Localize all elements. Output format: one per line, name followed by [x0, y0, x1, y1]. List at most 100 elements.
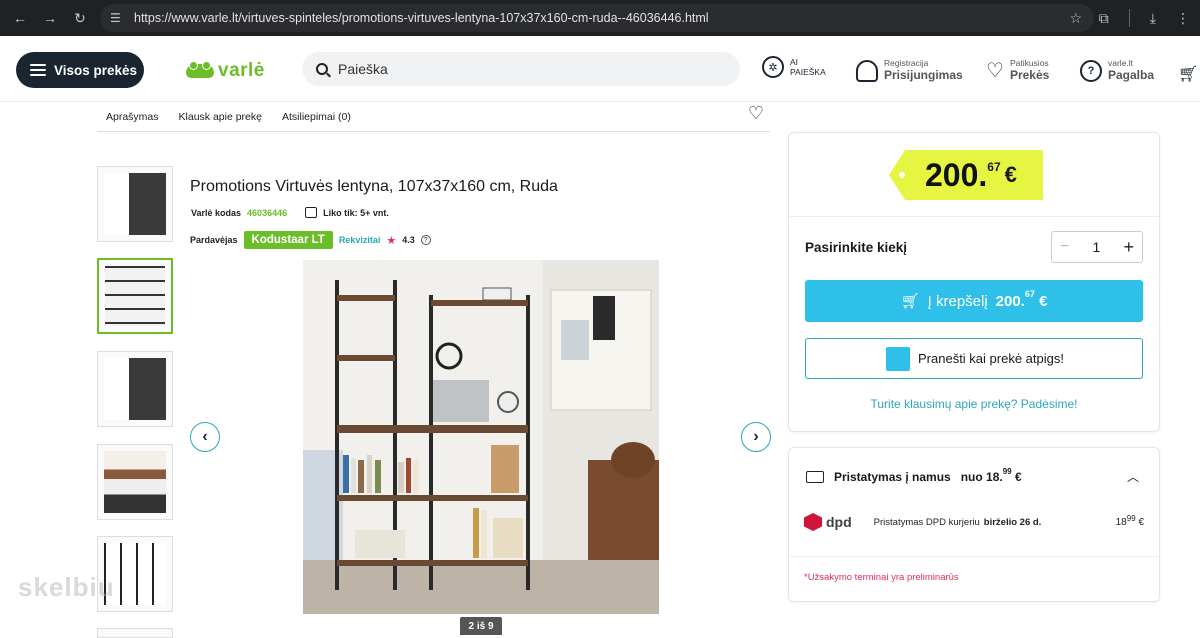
extensions-icon[interactable]: ⧉ — [1099, 10, 1109, 27]
stock-text: Liko tik: 5+ vnt. — [323, 207, 389, 218]
requisites-link[interactable]: Rekvizitai — [339, 235, 381, 245]
product-meta: Varlė kodas 46036446 Liko tik: 5+ vnt. — [191, 207, 389, 218]
reload-icon[interactable]: ↻ — [72, 10, 88, 27]
delivery-note: *Užsakymo terminai yra preliminarūs — [804, 572, 959, 583]
ai-search-label: AI PAIEŠKA — [790, 57, 826, 77]
dpd-fee-integer: 18 — [1115, 516, 1127, 528]
product-tabs: Aprašymas Klausk apie prekę Atsiliepimai… — [97, 102, 770, 132]
openai-icon: ✲ — [762, 56, 784, 78]
register-text: Registracija — [884, 58, 929, 68]
dpd-fee-currency: € — [1138, 516, 1144, 528]
seller-rating: 4.3 — [402, 235, 415, 245]
cart-icon: 🛒︎ — [1178, 66, 1199, 83]
tab-description[interactable]: Aprašymas — [106, 111, 159, 123]
delivery-header[interactable]: Pristatymas į namus nuo 18.99 € — [806, 467, 1022, 484]
seller-label: Pardavėjas — [190, 235, 238, 245]
cart-price-currency: € — [1039, 292, 1048, 310]
shelf-illustration — [303, 260, 659, 614]
menu-dots-icon[interactable]: ⋮ — [1176, 10, 1190, 27]
add-to-cart-button[interactable]: 🛒︎ Į krepšelį 200.67 € — [805, 280, 1143, 322]
decrease-quantity-button[interactable]: − — [1060, 238, 1069, 256]
product-code: 46036446 — [247, 207, 288, 218]
thumbnail-3[interactable] — [97, 351, 173, 427]
help-button[interactable]: ? varle.lt Pagalba — [1080, 58, 1154, 83]
bookmark-star-icon[interactable]: ☆ — [1069, 10, 1082, 27]
quantity-label: Pasirinkite kiekį — [805, 240, 908, 255]
delivery-from-cents: 99 — [1002, 467, 1012, 476]
download-icon[interactable]: ⤓ — [1150, 10, 1156, 27]
dpd-logo-text: dpd — [826, 514, 852, 530]
code-label: Varlė kodas — [191, 207, 242, 218]
back-icon[interactable]: ← — [12, 10, 28, 26]
seller-badge[interactable]: Kodustaar LT — [243, 231, 333, 249]
thumbnail-1[interactable] — [97, 166, 173, 242]
price-cents: 67 — [987, 160, 1001, 174]
add-to-favorites-heart-icon[interactable]: ♡ — [748, 103, 764, 124]
next-image-button[interactable]: › — [741, 422, 771, 452]
price-currency: € — [1004, 162, 1017, 187]
divider — [789, 216, 1159, 217]
search-input[interactable] — [338, 61, 718, 77]
ai-label-top: AI — [790, 57, 799, 67]
price-drop-alert-button[interactable]: Pranešti kai prekė atpigs! — [805, 338, 1143, 379]
favorites-small-text: Patikusios — [1009, 58, 1049, 68]
seller-row: Pardavėjas Kodustaar LT Rekvizitai ★ 4.3… — [190, 231, 431, 249]
price-tag: 200. 67 € — [889, 150, 1043, 200]
chevron-up-icon[interactable]: ︿ — [1127, 468, 1139, 485]
site-settings-icon[interactable]: ☰ — [110, 11, 128, 25]
all-products-label: Visos prekės — [54, 62, 138, 78]
star-icon: ★ — [386, 234, 397, 247]
price-integer: 200. — [925, 156, 988, 193]
rating-info-icon[interactable]: ? — [420, 235, 431, 245]
browser-toolbar: ← → ↻ ☰ https://www.varle.lt/virtuves-sp… — [0, 0, 1200, 36]
delivery-title: Pristatymas į namus — [834, 470, 951, 484]
thumbnail-4[interactable] — [97, 444, 173, 520]
tab-ask-question[interactable]: Klausk apie prekę — [179, 111, 262, 123]
all-products-button[interactable]: Visos prekės — [16, 52, 144, 88]
product-help-link[interactable]: Turite klausimų apie prekę? Padėsime! — [789, 397, 1159, 411]
search-icon[interactable] — [316, 63, 328, 75]
cart-icon: 🛒︎ — [900, 293, 920, 310]
ai-search-button[interactable]: ✲ AI PAIEŠKA — [762, 56, 826, 78]
cart-price-integer: 200. — [995, 292, 1025, 310]
thumbnail-image — [105, 266, 165, 326]
image-counter: 2 iš 9 — [460, 617, 502, 635]
delivery-panel: Pristatymas į namus nuo 18.99 € ︿ dpd Pr… — [788, 447, 1160, 602]
tab-reviews[interactable]: Atsiliepimai (0) — [282, 111, 351, 123]
truck-icon — [806, 471, 824, 483]
heart-icon: ♡ — [986, 59, 1004, 82]
login-button[interactable]: Registracija Prisijungimas — [856, 58, 963, 83]
thumbnail-2[interactable] — [97, 258, 173, 334]
dpd-delivery-option: dpd Pristatymas DPD kurjeriu birželio 26… — [804, 510, 1144, 534]
address-bar[interactable]: ☰ https://www.varle.lt/virtuves-spintele… — [100, 4, 1094, 32]
forward-icon[interactable]: → — [42, 10, 58, 26]
dpd-fee: 1899 € — [1115, 514, 1144, 528]
price-drop-alert-label: Pranešti kai prekė atpigs! — [918, 351, 1064, 366]
login-text: Prisijungimas — [884, 68, 963, 82]
price-chart-icon — [886, 347, 910, 371]
thumbnail-6[interactable] — [97, 628, 173, 638]
toolbar-divider — [1128, 9, 1130, 27]
chevron-left-icon: ‹ — [202, 428, 208, 445]
site-header: Visos prekės varlė ✲ AI PAIEŠKA Registra… — [0, 36, 1200, 102]
logo-text: varlė — [218, 60, 265, 81]
quantity-value[interactable]: 1 — [1093, 239, 1101, 255]
cart-button[interactable]: 🛒︎ — [1178, 64, 1198, 84]
product-main-image[interactable] — [303, 260, 659, 614]
cart-price-cents: 67 — [1024, 288, 1035, 299]
quantity-stepper: − 1 + — [1051, 231, 1143, 263]
prev-image-button[interactable]: ‹ — [190, 422, 220, 452]
favorites-button[interactable]: ♡ Patikusios Prekės — [986, 58, 1049, 83]
increase-quantity-button[interactable]: + — [1123, 237, 1134, 258]
help-big-text: Pagalba — [1108, 68, 1155, 82]
search-bar[interactable] — [302, 52, 740, 86]
url-text[interactable]: https://www.varle.lt/virtuves-spinteles/… — [134, 11, 709, 25]
hamburger-icon — [30, 64, 46, 76]
thumbnail-image — [104, 173, 166, 235]
chevron-right-icon: › — [753, 428, 759, 445]
delivery-from-currency: € — [1014, 470, 1022, 484]
varle-logo[interactable]: varlė — [186, 60, 265, 82]
ai-label-bottom: PAIEŠKA — [790, 67, 826, 77]
dpd-logo-icon — [804, 513, 822, 531]
delivery-from-price: nuo 18.99 € — [961, 467, 1022, 484]
